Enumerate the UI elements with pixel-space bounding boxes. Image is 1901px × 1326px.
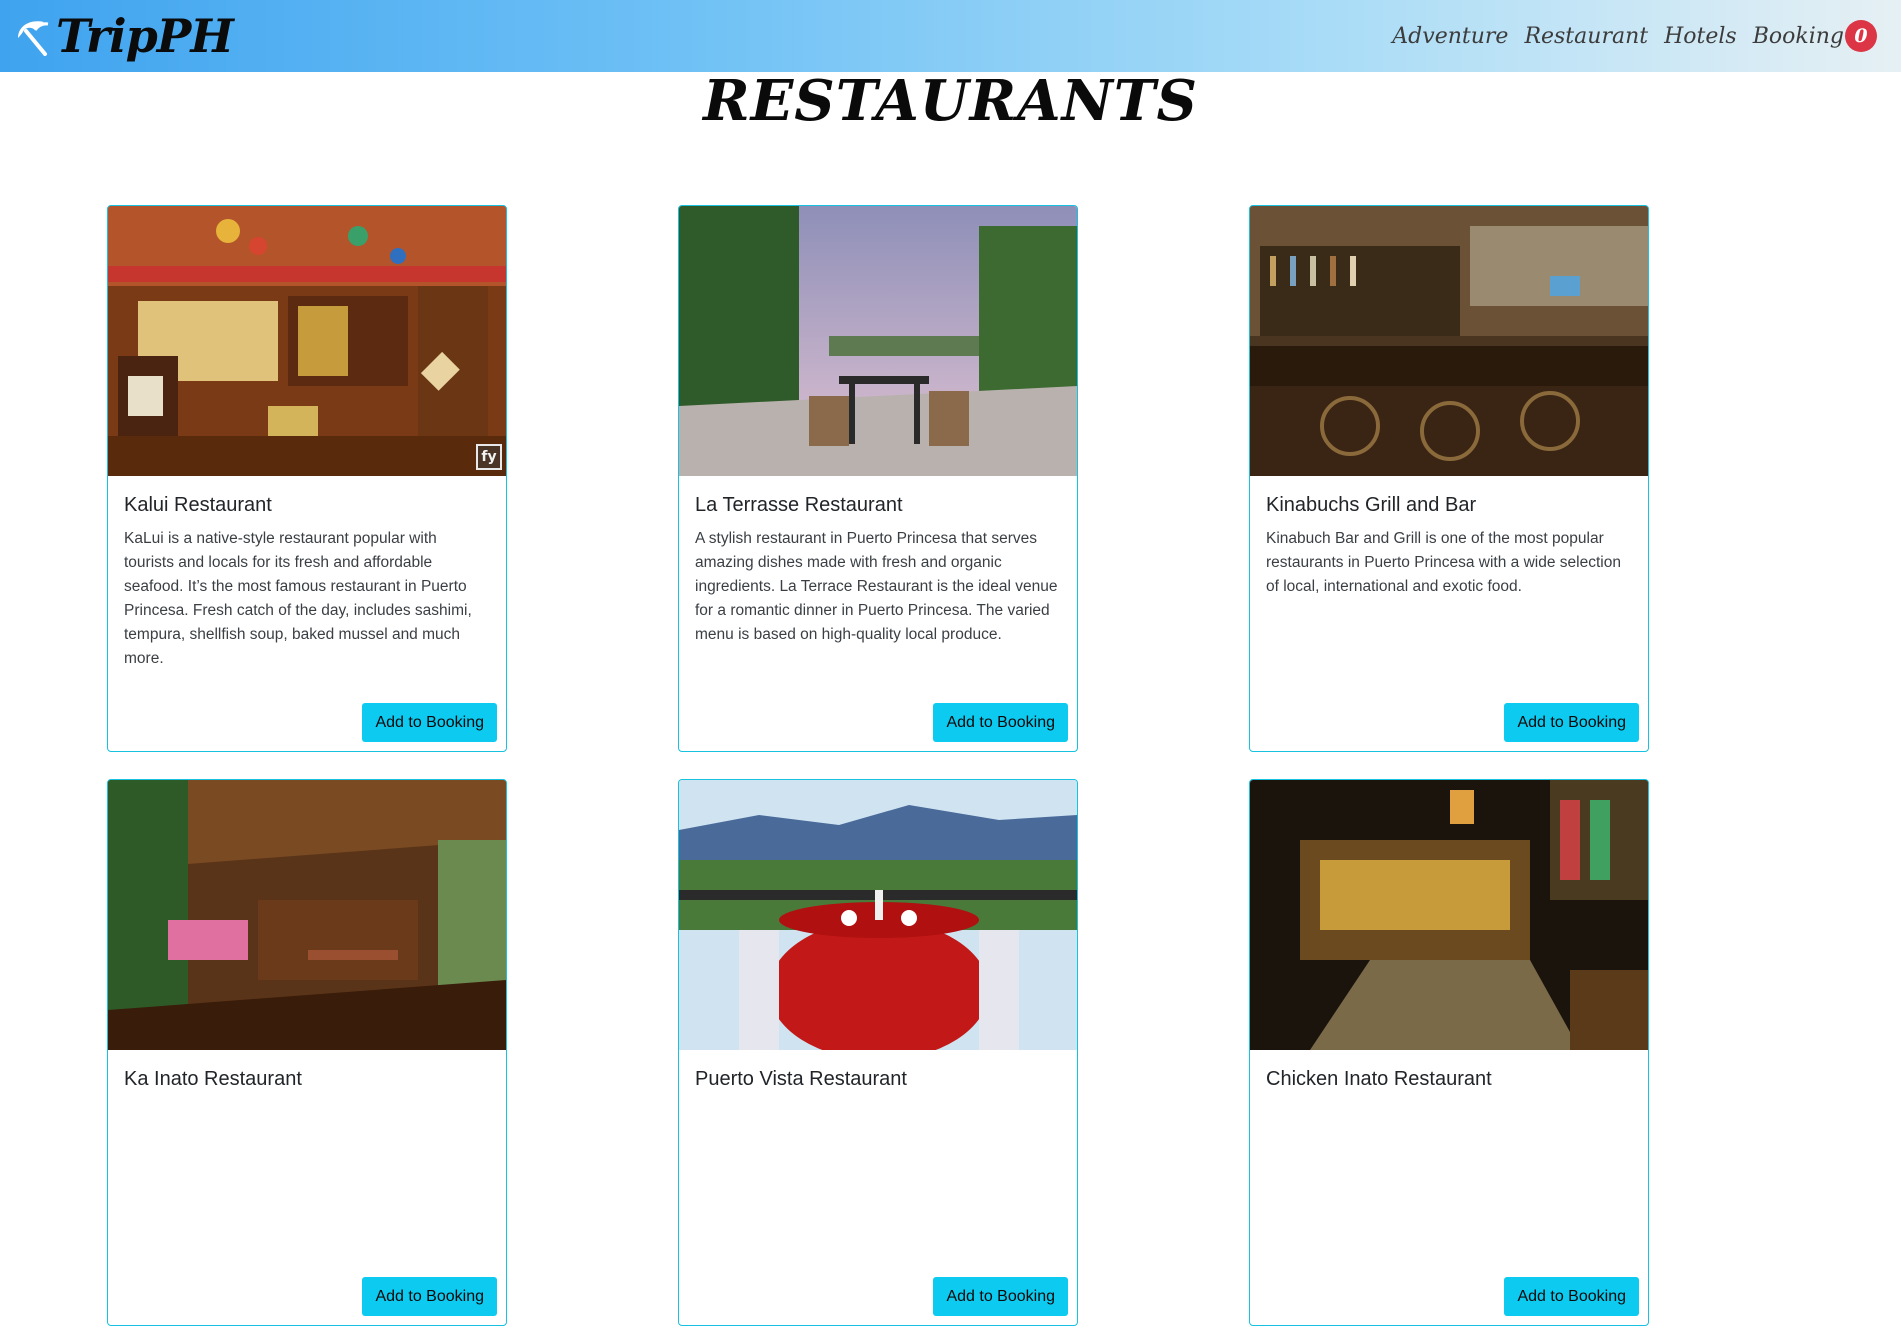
booking-label: Booking [1752,23,1844,49]
nav-link-booking[interactable]: Booking 0 [1753,20,1877,52]
restaurant-image [1250,206,1648,476]
add-to-booking-button[interactable]: Add to Booking [933,1277,1068,1316]
add-to-booking-button[interactable]: Add to Booking [1504,1277,1639,1316]
restaurant-card: Puerto Vista Restaurant Add to Booking [678,779,1078,1326]
booking-count-badge: 0 [1845,20,1877,52]
restaurant-card: Ka Inato Restaurant Add to Booking [107,779,507,1326]
add-to-booking-button[interactable]: Add to Booking [362,703,497,742]
card-description: A stylish restaurant in Puerto Princesa … [695,530,1058,643]
restaurant-image [679,206,1077,476]
card-body: Ka Inato Restaurant [108,1050,506,1091]
nav-link-restaurant[interactable]: Restaurant [1524,24,1648,49]
card-description: KaLui is a native-style restaurant popul… [124,530,472,667]
umbrella-icon [18,21,49,56]
restaurant-card: La Terrasse Restaurant A stylish restaur… [678,205,1078,752]
restaurant-image: fy [108,206,506,476]
nav-link-hotels[interactable]: Hotels [1664,24,1737,49]
restaurant-card: Chicken Inato Restaurant Add to Booking [1249,779,1649,1326]
brand-logo-link[interactable]: TripPH [14,9,234,63]
restaurant-image [108,780,506,1050]
restaurant-image [1250,780,1648,1050]
card-description: Kinabuch Bar and Grill is one of the mos… [1266,530,1621,595]
watermark-logo: fy [476,444,502,470]
add-to-booking-button[interactable]: Add to Booking [1504,703,1639,742]
card-title: Kalui Restaurant [124,494,272,516]
card-body: Kalui Restaurant KaLui is a native-style… [108,476,506,671]
navbar: TripPH Adventure Restaurant Hotels Booki… [0,0,1901,72]
restaurant-card-grid: fy Kalui Restaurant KaLui is a native-st… [107,205,1652,1326]
card-body: Chicken Inato Restaurant [1250,1050,1648,1091]
card-body: Puerto Vista Restaurant [679,1050,1077,1091]
restaurant-card: Kinabuchs Grill and Bar Kinabuch Bar and… [1249,205,1649,752]
nav-link-adventure[interactable]: Adventure [1392,24,1508,49]
card-body: La Terrasse Restaurant A stylish restaur… [679,476,1077,647]
card-title: Kinabuchs Grill and Bar [1266,494,1477,516]
restaurant-image [679,780,1077,1050]
page-title: RESTAURANTS [703,68,1198,134]
nav-links: Adventure Restaurant Hotels Booking 0 [1392,20,1877,52]
card-title: La Terrasse Restaurant [695,494,903,516]
add-to-booking-button[interactable]: Add to Booking [362,1277,497,1316]
restaurant-card: fy Kalui Restaurant KaLui is a native-st… [107,205,507,752]
card-body: Kinabuchs Grill and Bar Kinabuch Bar and… [1250,476,1648,599]
add-to-booking-button[interactable]: Add to Booking [933,703,1068,742]
brand-name: TripPH [56,9,234,63]
